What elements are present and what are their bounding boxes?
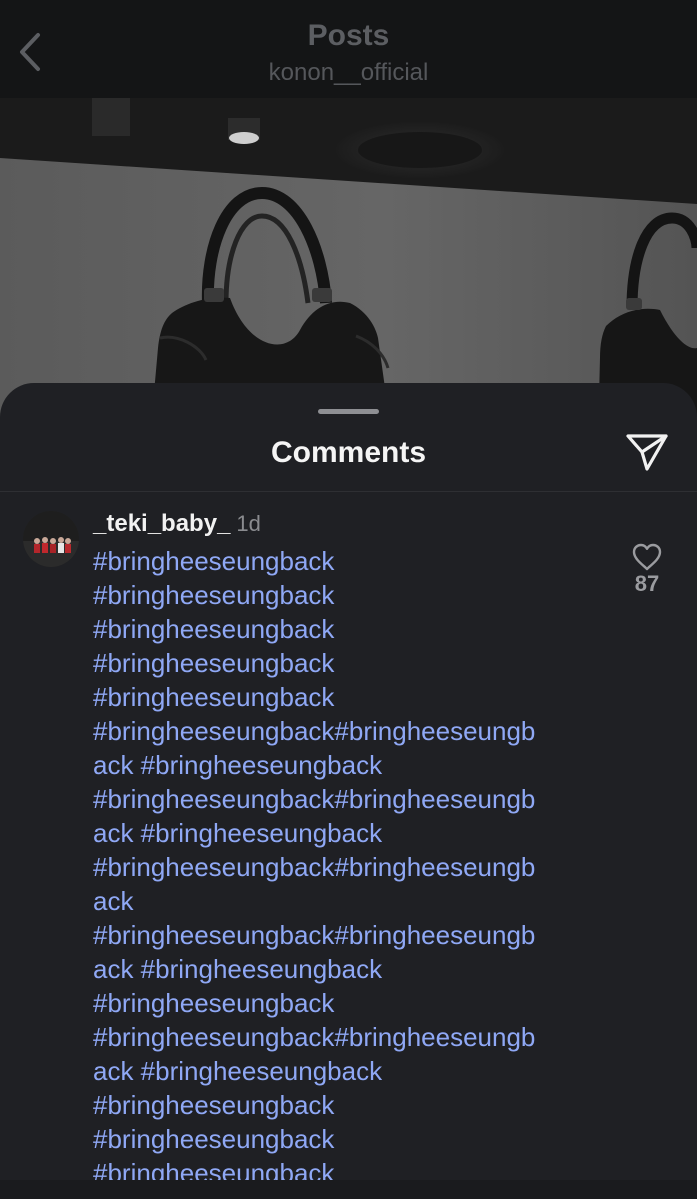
share-button[interactable] xyxy=(622,429,672,475)
top-navigation-bar: Posts konon__official xyxy=(0,0,697,98)
sheet-drag-handle[interactable] xyxy=(318,409,379,414)
sheet-divider xyxy=(0,491,697,492)
hashtag-line[interactable]: #bringheeseungback xyxy=(93,680,603,714)
comment-meta: _teki_baby_ 1d xyxy=(93,508,261,540)
hashtag-line[interactable]: ack #bringheeseungback xyxy=(93,952,603,986)
hashtag-line[interactable]: #bringheeseungback xyxy=(93,1088,603,1122)
bottom-edge xyxy=(0,1180,697,1199)
avatar[interactable] xyxy=(23,511,79,567)
hashtag-line[interactable]: #bringheeseungback xyxy=(93,986,603,1020)
page-title: Posts xyxy=(307,19,390,52)
paper-plane-icon xyxy=(626,434,668,471)
comments-sheet: Comments _teki_baby_ 1d #bringheeseungba… xyxy=(0,383,697,1199)
hashtag-line[interactable]: ack #bringheeseungback xyxy=(93,748,603,782)
hashtag-line[interactable]: #bringheeseungback xyxy=(93,578,603,612)
instagram-post-comments-screen: Posts konon__official Comments _teki_bab… xyxy=(0,0,697,1199)
like-count: 87 xyxy=(634,571,660,596)
comment-username[interactable]: _teki_baby_ xyxy=(93,510,230,537)
hashtag-line[interactable]: #bringheeseungback#bringheeseungb xyxy=(93,714,603,748)
hashtag-line[interactable]: #bringheeseungback#bringheeseungb xyxy=(93,918,603,952)
hashtag-line[interactable]: #bringheeseungback xyxy=(93,612,603,646)
hashtag-line[interactable]: #bringheeseungback#bringheeseungb xyxy=(93,850,603,884)
hashtag-line[interactable]: #bringheeseungback xyxy=(93,646,603,680)
hashtag-line[interactable]: #bringheeseungback#bringheeseungb xyxy=(93,782,603,816)
hashtag-line[interactable]: ack #bringheeseungback xyxy=(93,1054,603,1088)
account-name[interactable]: konon__official xyxy=(0,57,697,89)
comment-timestamp: 1d xyxy=(236,511,261,536)
hashtag-line[interactable]: #bringheeseungback#bringheeseungb xyxy=(93,1020,603,1054)
hashtag-line[interactable]: #bringheeseungback xyxy=(93,1122,603,1156)
hashtag-line[interactable]: ack #bringheeseungback xyxy=(93,816,603,850)
comment-body: #bringheeseungback #bringheeseungback #bri… xyxy=(93,544,603,1190)
avatar-image xyxy=(23,511,79,567)
hashtag-line[interactable]: ack xyxy=(93,884,603,918)
comments-title: Comments xyxy=(270,436,427,469)
hashtag-line[interactable]: #bringheeseungback xyxy=(93,544,603,578)
